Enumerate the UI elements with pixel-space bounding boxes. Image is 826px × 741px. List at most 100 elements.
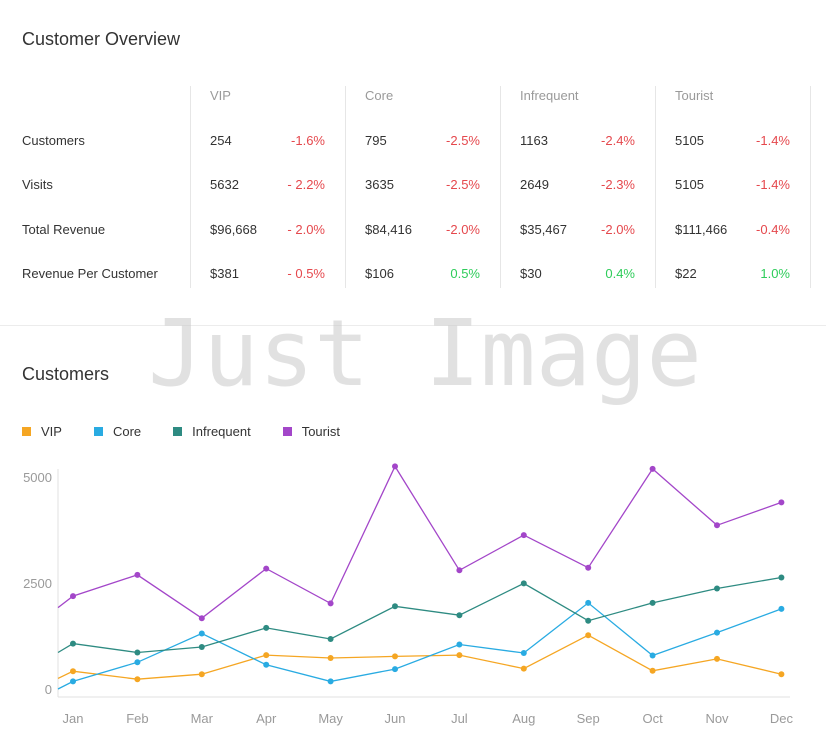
legend-swatch-tourist — [282, 427, 292, 436]
x-tick-label: Apr — [256, 711, 277, 726]
data-point-vip — [649, 667, 656, 674]
data-point-infrequent — [134, 649, 141, 656]
data-point-tourist — [263, 565, 270, 572]
change-visits-infrequent: -2.3% — [601, 177, 635, 192]
x-tick-label: Dec — [770, 711, 794, 726]
change-total-revenue-infrequent: -2.0% — [601, 222, 635, 237]
data-point-vip — [134, 676, 141, 683]
legend-item-vip[interactable]: VIP — [22, 424, 62, 439]
data-point-tourist — [327, 600, 334, 607]
value-total-revenue-core: $84,416 — [365, 222, 412, 237]
x-tick-label: Aug — [512, 711, 535, 726]
data-point-vip — [70, 668, 76, 675]
data-point-infrequent — [649, 599, 656, 606]
data-point-core — [520, 650, 527, 656]
row-label-total-revenue: Total Revenue — [22, 222, 106, 237]
value-customers-tourist: 5105 — [675, 133, 704, 148]
data-point-vip — [714, 655, 720, 662]
data-point-core — [327, 678, 334, 685]
legend-swatch-infrequent — [173, 427, 183, 436]
data-point-infrequent — [198, 644, 205, 650]
value-revenue-per-customer-core: $106 — [365, 266, 394, 281]
value-revenue-per-customer-infrequent: $30 — [520, 266, 542, 281]
value-total-revenue-infrequent: $35,467 — [520, 222, 567, 237]
row-label-customers: Customers — [22, 133, 85, 148]
change-visits-vip: - 2.2% — [287, 177, 325, 192]
segment-header-vip: VIP — [210, 88, 231, 103]
legend-item-infrequent[interactable]: Infrequent — [173, 424, 251, 439]
change-revenue-per-customer-core: 0.5% — [450, 266, 480, 281]
segment-header-infrequent: Infrequent — [520, 88, 579, 103]
value-revenue-per-customer-tourist: $22 — [675, 266, 697, 281]
x-tick-label: Sep — [577, 711, 600, 726]
data-point-vip — [198, 671, 205, 678]
series-line-infrequent — [57, 576, 782, 654]
series-vip — [57, 632, 785, 683]
data-point-tourist — [520, 532, 527, 539]
data-point-tourist — [585, 564, 592, 571]
change-revenue-per-customer-infrequent: 0.4% — [605, 266, 635, 281]
series-core — [57, 599, 785, 690]
data-point-vip — [456, 652, 463, 659]
data-point-vip — [520, 665, 527, 672]
series-line-tourist — [57, 465, 782, 620]
data-point-tourist — [649, 465, 656, 472]
series-line-vip — [57, 634, 782, 680]
data-point-infrequent — [327, 636, 334, 642]
series-infrequent — [57, 574, 785, 656]
data-point-infrequent — [263, 624, 270, 631]
legend-label-tourist: Tourist — [301, 424, 340, 439]
data-point-vip — [327, 655, 334, 661]
data-point-core — [456, 641, 463, 648]
data-point-vip — [263, 652, 270, 659]
change-customers-core: -2.5% — [446, 133, 480, 148]
data-point-infrequent — [392, 603, 398, 610]
data-point-core — [70, 678, 76, 685]
data-point-tourist — [198, 615, 205, 622]
legend-item-core[interactable]: Core — [93, 424, 141, 439]
data-point-infrequent — [585, 617, 592, 624]
data-point-tourist — [714, 522, 720, 529]
x-tick-label: Nov — [705, 711, 729, 726]
x-tick-label: Jan — [63, 711, 84, 726]
data-point-infrequent — [70, 640, 76, 647]
chart-legend: VIP Core Infrequent Tourist — [22, 424, 372, 439]
legend-label-infrequent: Infrequent — [192, 424, 251, 439]
data-point-tourist — [134, 571, 141, 578]
series-line-core — [57, 602, 782, 690]
value-customers-infrequent: 1163 — [520, 133, 548, 148]
data-point-tourist — [456, 567, 463, 574]
legend-swatch-vip — [22, 427, 31, 436]
y-tick-label: 2500 — [23, 576, 52, 591]
data-point-vip — [392, 653, 398, 660]
data-point-tourist — [392, 463, 398, 470]
overview-table: VIP Core Infrequent Tourist Customers 254 -1.6… — [0, 0, 826, 300]
customers-line-chart: 0 2500 5000 Jan Feb Mar Apr May Jun Jul Aug Sep Oct N… — [23, 463, 794, 726]
change-total-revenue-tourist: -0.4% — [756, 222, 790, 237]
change-customers-infrequent: -2.4% — [601, 133, 635, 148]
legend-item-tourist[interactable]: Tourist — [282, 424, 340, 439]
page: Customer Overview VIP Core Infrequent Touri… — [0, 0, 826, 741]
y-tick-label: 0 — [45, 682, 52, 697]
value-visits-vip: 5632 — [210, 177, 239, 192]
data-point-core — [778, 605, 785, 612]
x-tick-label: Mar — [191, 711, 214, 726]
data-point-tourist — [778, 499, 785, 506]
data-point-infrequent — [456, 612, 463, 619]
change-customers-tourist: -1.4% — [756, 133, 790, 148]
column-divider — [810, 86, 811, 288]
x-tick-label: May — [318, 711, 343, 726]
data-point-core — [392, 666, 398, 673]
data-point-core — [263, 661, 270, 668]
data-point-core — [585, 599, 592, 606]
data-point-core — [649, 652, 656, 659]
change-visits-tourist: -1.4% — [756, 177, 790, 192]
x-tick-label: Oct — [642, 711, 663, 726]
value-visits-core: 3635 — [365, 177, 394, 192]
y-tick-label: 5000 — [23, 470, 52, 485]
row-label-revenue-per-customer: Revenue Per Customer — [22, 266, 158, 281]
data-point-infrequent — [714, 585, 720, 592]
watermark: Just Image — [148, 300, 702, 407]
x-tick-label: Jun — [385, 711, 406, 726]
legend-swatch-core — [93, 427, 103, 436]
